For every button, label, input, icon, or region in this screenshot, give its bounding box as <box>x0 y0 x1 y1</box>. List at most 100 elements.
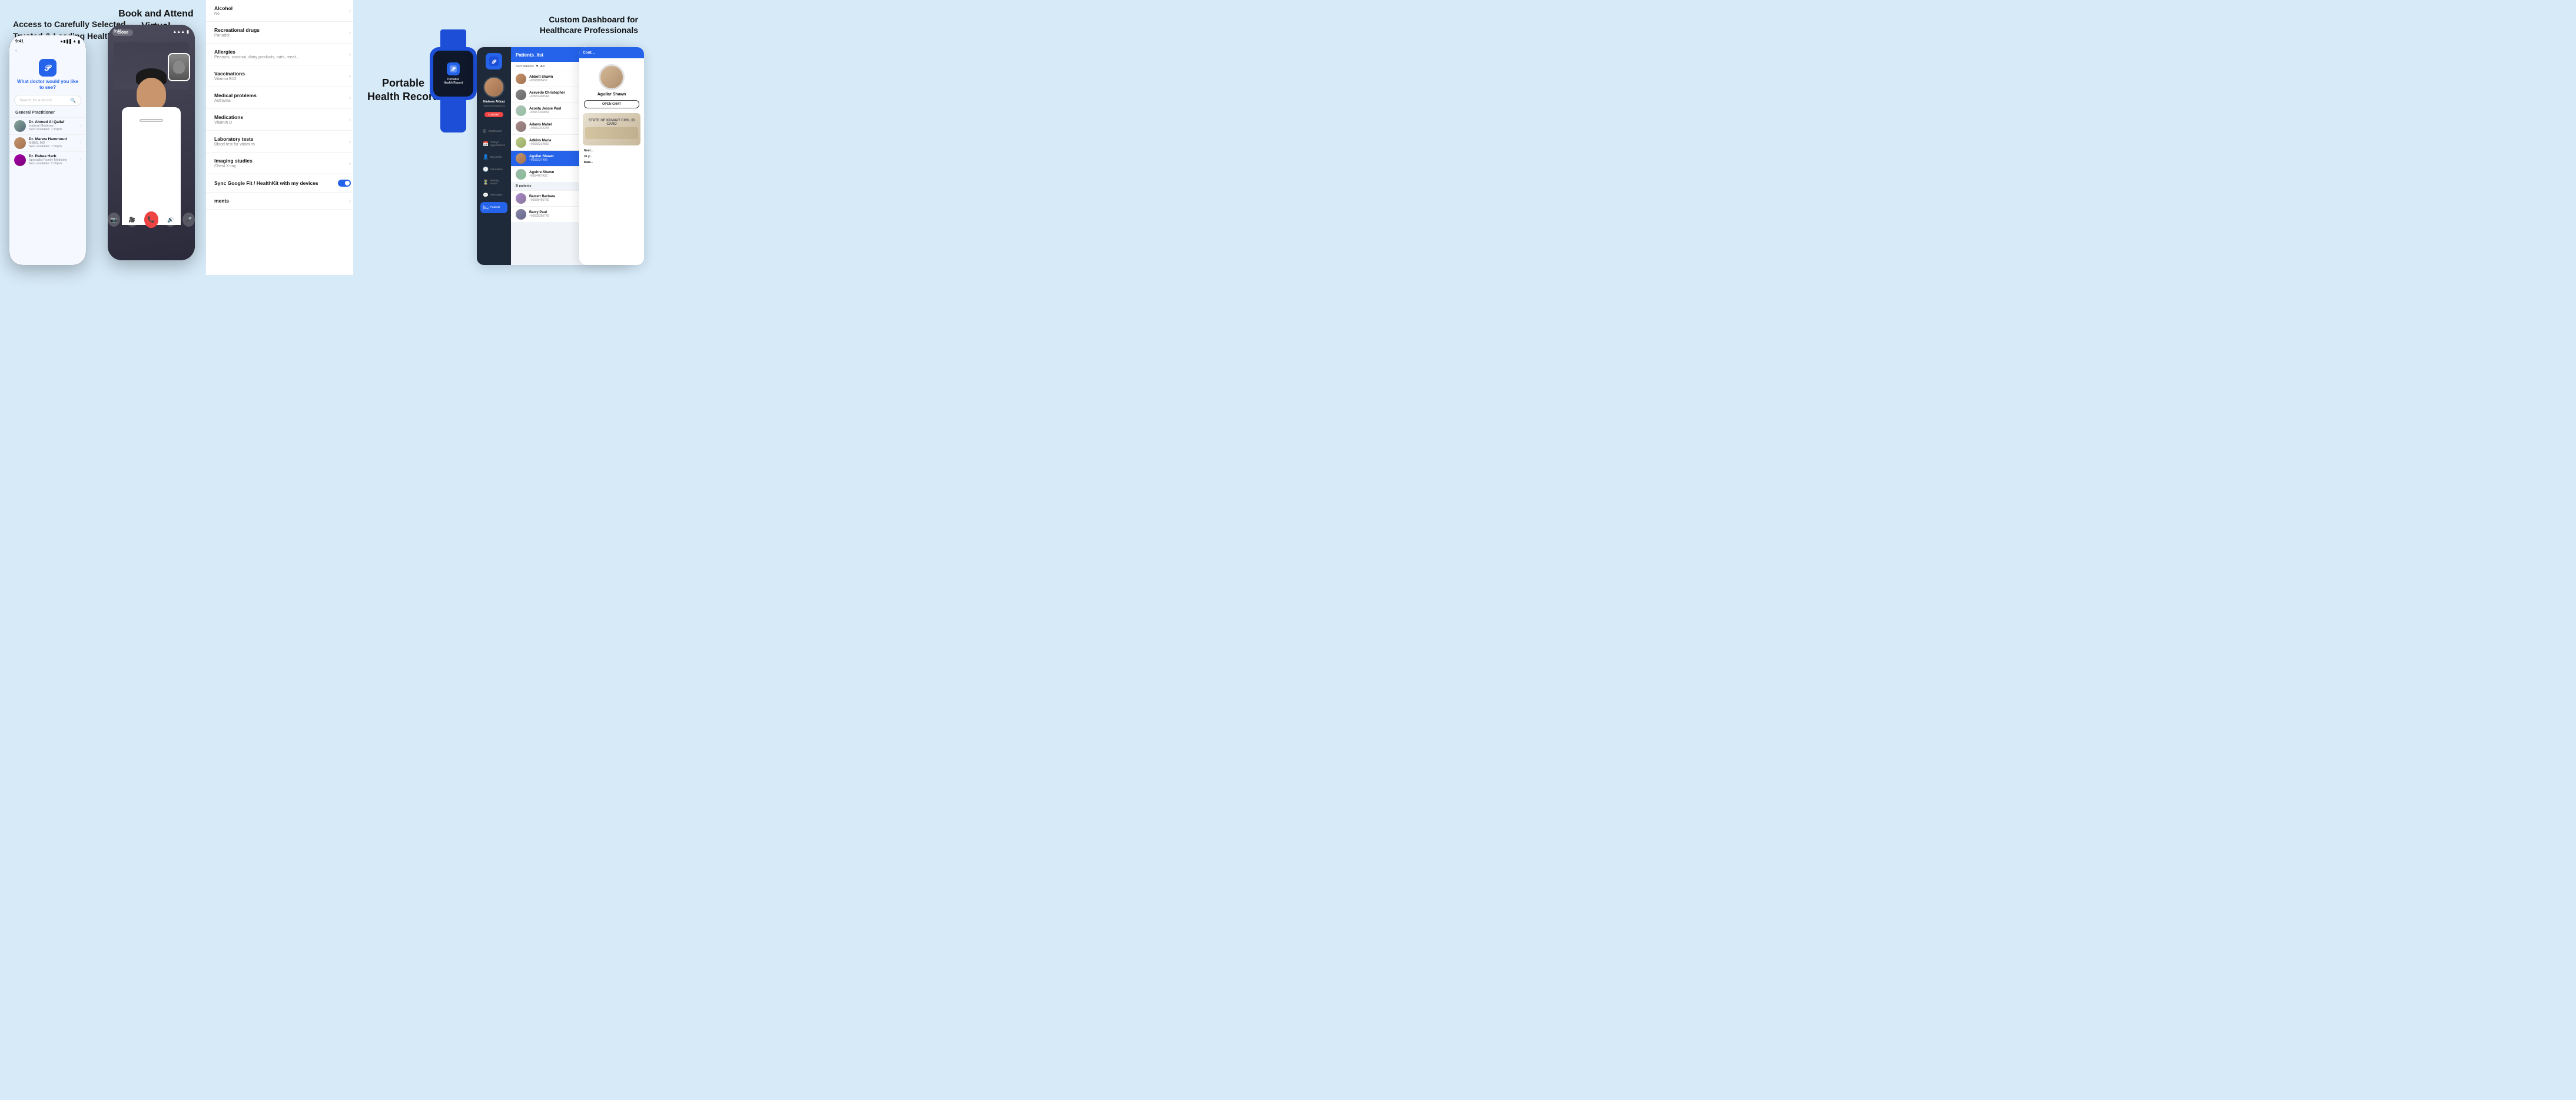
user-avatar <box>483 77 504 98</box>
nav-patients-label: Patients <box>490 206 500 208</box>
watch-text-line2: Health Report <box>444 81 463 85</box>
patients-list-title: Patients_list <box>516 52 543 58</box>
section-video-call: Book and Attend Virtual Consultations 9:… <box>91 0 221 275</box>
nav-messages-label: Messages <box>490 193 503 196</box>
battery-icon: ▮ <box>78 39 80 44</box>
contact-field2: Mala... <box>579 160 644 165</box>
nav-schedules-label: Schedules <box>490 168 503 171</box>
appointment-icon: 📅 <box>483 141 489 147</box>
mic-button[interactable]: 🎤 <box>182 213 195 227</box>
phone-video: 9:41 ▲▲▲ ▮ Close Dr. Fatma Al Ramadhan 0… <box>108 25 195 260</box>
health-item-ments[interactable]: ments › <box>206 193 359 210</box>
nav-appointment-label: Today's appointment <box>490 141 505 147</box>
wifi-icon: ▲ <box>72 39 77 44</box>
sort-value[interactable]: All <box>540 65 545 68</box>
nav-dashboard[interactable]: ⊞ Dashboard <box>480 125 507 137</box>
profile-icon: 👤 <box>483 154 489 160</box>
doctor-item-3[interactable]: Dr. Rabee Harb Specialist Family Medicin… <box>9 151 86 168</box>
video-button[interactable]: 🎥 <box>126 213 138 227</box>
contact-avatar <box>599 64 625 90</box>
sort-label: Sort patients <box>516 65 534 68</box>
close-button[interactable]: Close <box>112 29 133 36</box>
search-doctor-placeholder: Search for a doctor <box>19 98 70 102</box>
dashboard-sidebar: 𝒫 Nadeem Alduaj nadeem@sihaty.com LOGOUT… <box>477 47 511 265</box>
end-call-button[interactable]: 📞 <box>144 211 158 228</box>
watch-screen: 𝒫 Portable Health Report <box>433 51 473 97</box>
watch-band-bottom <box>440 100 466 132</box>
waiting-icon: ⏳ <box>483 180 489 185</box>
doctor-item-2[interactable]: Dr. Marwa Hammoud MBBS, MD Next availabl… <box>9 134 86 151</box>
back-button[interactable]: ‹ <box>9 45 86 55</box>
nav-messages[interactable]: 💬 Messages <box>480 190 507 201</box>
health-item-medical[interactable]: Medical problems Asthama › <box>206 87 359 109</box>
chevron-icon: › <box>349 51 351 57</box>
chevron-icon: › <box>349 29 351 35</box>
chevron-icon: › <box>80 158 81 162</box>
section-wearable: Portable Health Record 𝒫 Portable Health… <box>353 0 489 275</box>
doctor-item-1[interactable]: Dr. Ahmed Al Qallaf Internal Medicine Ne… <box>9 117 86 134</box>
nav-waiting-label: Waiting Room <box>490 179 505 185</box>
chevron-icon: › <box>349 138 351 144</box>
nav-profile-label: My profile <box>490 155 502 158</box>
watch-body: 𝒫 Portable Health Report <box>430 47 477 100</box>
chevron-icon: › <box>80 124 81 128</box>
user-name: Nadeem Alduaj <box>483 100 504 104</box>
watch-band-top <box>440 29 466 47</box>
chevron-icon: › <box>80 141 81 145</box>
watch-logo: 𝒫 <box>447 62 460 75</box>
contact-field-name2: Nour... <box>579 148 644 154</box>
health-item-alcohol[interactable]: Alcohol No › <box>206 0 359 22</box>
contact-header: Cont... <box>579 47 644 58</box>
smartwatch: 𝒫 Portable Health Report <box>424 29 483 135</box>
health-item-lab[interactable]: Laboratory tests Blood test for vitamins… <box>206 131 359 153</box>
contact-field-age: 31 y... <box>579 154 644 160</box>
open-chat-button[interactable]: OPEN CHAT <box>584 100 639 108</box>
nav-profile[interactable]: 👤 My profile <box>480 151 507 163</box>
nav-waiting[interactable]: ⏳ Waiting Room <box>480 176 507 188</box>
contact-detail-panel: Cont... Aguilar Shawn OPEN CHAT STATE OF… <box>579 47 644 265</box>
search-doctor-input[interactable]: Search for a doctor 🔍 <box>14 95 81 106</box>
nav-schedules[interactable]: 🕐 Schedules <box>480 164 507 175</box>
video-doctor-name: Dr. Fatma Al Ramadhan <box>108 199 195 204</box>
phone-time: 9:41 <box>15 39 24 44</box>
user-email: nadeem@sihaty.com <box>483 104 504 107</box>
section-dashboard: Custom Dashboard for Healthcare Professi… <box>477 0 644 275</box>
contact-name: Aguilar Shawn <box>579 92 644 97</box>
schedules-icon: 🕐 <box>483 167 489 172</box>
health-item-drugs[interactable]: Recreational drugs Panadol › <box>206 22 359 44</box>
id-card: STATE OF KUWAIT CIVIL ID CARD <box>583 113 640 145</box>
nav-appointment[interactable]: 📅 Today's appointment <box>480 138 507 150</box>
health-item-sync[interactable]: Sync Google Fit / HealthKit with my devi… <box>206 174 359 193</box>
dashboard-headline: Custom Dashboard for Healthcare Professi… <box>532 14 638 35</box>
chevron-icon: › <box>349 8 351 14</box>
id-card-inner: STATE OF KUWAIT CIVIL ID CARD <box>583 113 640 145</box>
health-item-allergies[interactable]: Allergies Peanuts, coconut, dairy produc… <box>206 44 359 65</box>
sihaty-logo: 𝒫 <box>486 53 502 69</box>
health-item-medications[interactable]: Medications Vitamin D › <box>206 109 359 131</box>
logout-button[interactable]: LOGOUT <box>484 112 503 117</box>
app-logo: 𝒫 <box>39 59 57 77</box>
camera-button[interactable]: 📷 <box>108 213 120 227</box>
health-item-imaging[interactable]: Imaging studies Chest X-ray › <box>206 153 359 174</box>
chevron-down-icon: ▾ <box>536 64 538 68</box>
phone-left: 9:41 ▲ ▮ ‹ 𝒫 What doctor would you like … <box>9 35 86 265</box>
chevron-icon: › <box>349 117 351 122</box>
doctor-question: What doctor would you like to see? <box>9 79 86 91</box>
speaker-button[interactable]: 🔊 <box>164 213 177 227</box>
video-timer: 0:49 <box>108 206 195 210</box>
sync-toggle[interactable] <box>338 180 351 187</box>
health-item-vaccinations[interactable]: Vaccinations Vitamin B12 › <box>206 65 359 87</box>
patients-icon: 🛏 <box>483 205 489 210</box>
search-icon: 🔍 <box>70 98 76 103</box>
nav-patients[interactable]: 🛏 Patients <box>480 202 507 213</box>
section-health-list: Alcohol No › Recreational drugs Panadol … <box>206 0 359 275</box>
video-controls: 📷 🎥 📞 🔊 🎤 <box>108 211 195 228</box>
chevron-icon: › <box>349 95 351 101</box>
chevron-icon: › <box>349 160 351 166</box>
dashboard-icon: ⊞ <box>483 128 487 134</box>
chevron-icon: › <box>349 73 351 79</box>
phone-status-bar: 9:41 ▲ ▮ <box>9 35 86 45</box>
messages-icon: 💬 <box>483 193 489 198</box>
chevron-icon: › <box>349 198 351 204</box>
pip-video <box>168 53 190 81</box>
